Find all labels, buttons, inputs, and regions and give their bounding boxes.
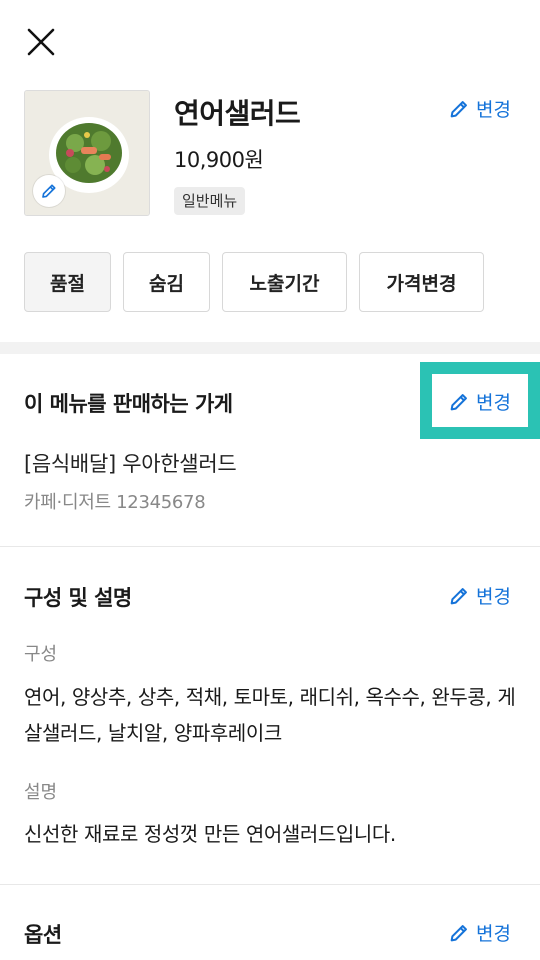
close-button[interactable]	[26, 27, 56, 57]
menu-action-buttons: 품절 숨김 노출기간 가격변경	[24, 252, 484, 312]
display-period-button[interactable]: 노출기간	[222, 252, 347, 312]
options-section-title: 옵션	[24, 923, 62, 947]
pencil-icon	[42, 184, 56, 198]
description-label: 설명	[24, 782, 58, 803]
edit-label: 변경	[476, 586, 511, 608]
price-change-button[interactable]: 가격변경	[359, 252, 484, 312]
edit-label: 변경	[476, 923, 511, 945]
product-image[interactable]	[24, 90, 150, 216]
composition-section-title: 구성 및 설명	[24, 586, 132, 610]
pencil-icon	[450, 100, 467, 117]
divider	[0, 546, 540, 547]
composition-label: 구성	[24, 644, 58, 665]
pencil-icon	[450, 393, 467, 410]
hide-button[interactable]: 숨김	[123, 252, 210, 312]
description-text: 신선한 재료로 정성껏 만든 연어샐러드입니다.	[24, 822, 396, 846]
pencil-icon	[450, 924, 467, 941]
section-divider	[0, 342, 540, 354]
options-edit-button[interactable]: 변경	[448, 919, 511, 946]
store-edit-button[interactable]: 변경	[448, 388, 511, 415]
composition-text: 연어, 양상추, 상추, 적채, 토마토, 래디쉬, 옥수수, 완두콩, 게살샐…	[24, 685, 516, 745]
product-edit-button[interactable]: 변경	[448, 95, 511, 122]
menu-type-badge: 일반메뉴	[174, 187, 246, 215]
soldout-button[interactable]: 품절	[24, 252, 111, 312]
store-category: 카페·디저트 12345678	[24, 492, 206, 513]
store-section-title: 이 메뉴를 판매하는 가게	[24, 392, 233, 416]
product-summary: 연어샐러드 10,900원 일반메뉴	[24, 90, 516, 216]
close-icon	[27, 28, 55, 56]
image-edit-button[interactable]	[33, 175, 65, 207]
product-price: 10,900원	[174, 148, 264, 172]
edit-label: 변경	[476, 99, 511, 121]
composition-edit-button[interactable]: 변경	[448, 582, 511, 609]
pencil-icon	[450, 587, 467, 604]
store-name: [음식배달] 우아한샐러드	[24, 452, 237, 476]
product-name: 연어샐러드	[174, 97, 301, 130]
divider	[0, 884, 540, 885]
edit-label: 변경	[476, 392, 511, 414]
